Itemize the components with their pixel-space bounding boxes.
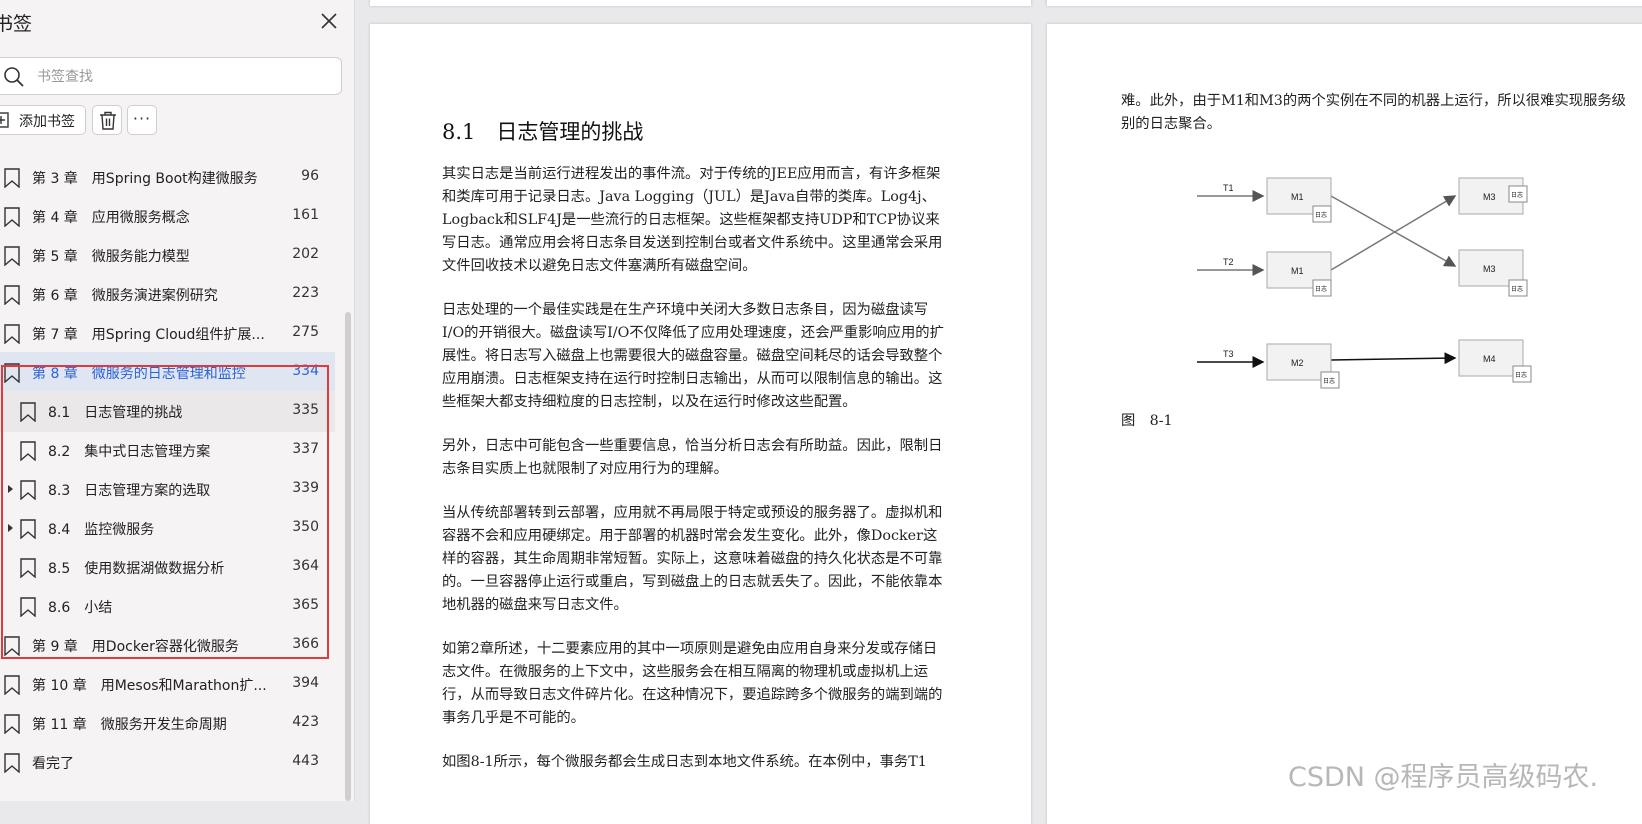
service-node: M3 日志 <box>1458 177 1528 215</box>
paragraph: 日志处理的一个最佳实践是在生产环境中关闭大多数日志条目，因为磁盘读写I/O的开销… <box>442 302 944 410</box>
transaction-label: T1 <box>1223 183 1234 193</box>
bookmark-page: 423 <box>292 714 319 730</box>
bookmark-page: 202 <box>292 246 319 262</box>
paragraph: 另外，日志中可能包含一些重要信息，恰当分析日志会有所助益。因此，限制日志条目实质… <box>442 438 943 477</box>
transaction-label: T2 <box>1223 257 1234 267</box>
previous-page-left <box>370 0 1031 6</box>
node-label: M3 <box>1483 192 1496 202</box>
delete-bookmark-button[interactable] <box>92 105 122 135</box>
bookmark-label: 第 7 章 用Spring Cloud组件扩展... <box>32 327 265 343</box>
bookmark-icon <box>4 753 20 773</box>
sidebar-scrollbar[interactable] <box>345 312 351 801</box>
bookmark-page: 443 <box>292 753 319 769</box>
bookmark-search-box[interactable] <box>0 57 342 95</box>
bookmark-chapter-7[interactable]: 第 7 章 用Spring Cloud组件扩展... 275 <box>0 313 335 354</box>
trash-icon <box>100 111 116 130</box>
bookmark-label: 第 5 章 微服务能力模型 <box>32 249 190 265</box>
figure-caption: 图 8-1 <box>1121 413 1173 429</box>
document-page-left: 8.1 日志管理的挑战 其实日志是当前运行进程发出的事件流。对于传统的JEE应用… <box>370 24 1031 824</box>
paragraph: 如第2章所述，十二要素应用的其中一项原则是避免由应用自身来分发或存储日志文件。在… <box>442 641 943 726</box>
add-bookmark-button[interactable]: 添加书签 <box>0 105 86 135</box>
log-label: 日志 <box>1315 211 1327 219</box>
bookmark-label: 第 6 章 微服务演进案例研究 <box>32 288 218 304</box>
bookmark-chapter-6[interactable]: 第 6 章 微服务演进案例研究 223 <box>0 274 335 315</box>
bookmark-icon <box>4 168 20 188</box>
more-options-button[interactable]: ··· <box>127 105 157 135</box>
service-node: M3 日志 <box>1458 249 1528 297</box>
log-label: 日志 <box>1323 377 1335 385</box>
bookmark-label: 看完了 <box>32 756 74 772</box>
bookmark-search-input[interactable] <box>35 64 329 90</box>
bookmark-icon <box>4 246 20 266</box>
paragraph: 其实日志是当前运行进程发出的事件流。对于传统的JEE应用而言，有许多框架和类库可… <box>442 166 943 274</box>
node-label: M1 <box>1291 266 1304 276</box>
bookmark-label: 第 3 章 用Spring Boot构建微服务 <box>32 171 258 187</box>
log-label: 日志 <box>1315 285 1327 293</box>
service-node: M1 日志 <box>1266 177 1332 223</box>
bookmark-chapter-5[interactable]: 第 5 章 微服务能力模型 202 <box>0 235 335 276</box>
watermark: CSDN @程序员高级码农. <box>1288 762 1599 793</box>
document-page-right: 难。此外，由于M1和M3的两个实例在不同的机器上运行，所以很难实现服务级别的日志… <box>1047 24 1642 824</box>
log-flow-diagram: T1 T2 T3 M1 日志 M1 日志 M2 日志 M3 日志 M3 日志 M… <box>1197 177 1532 389</box>
node-label: M2 <box>1291 358 1304 368</box>
bookmark-page: 275 <box>292 324 319 340</box>
chapter-highlight-box <box>1 365 329 659</box>
add-bookmark-label: 添加书签 <box>19 114 75 130</box>
close-icon[interactable] <box>318 10 340 32</box>
bookmark-chapter-3[interactable]: 第 3 章 用Spring Boot构建微服务 96 <box>0 157 335 198</box>
add-bookmark-icon <box>0 112 9 128</box>
log-label: 日志 <box>1511 285 1523 293</box>
bookmark-icon <box>4 675 20 695</box>
service-node: M1 日志 <box>1266 251 1332 297</box>
bookmark-chapter-11[interactable]: 第 11 章 微服务开发生命周期 423 <box>0 703 335 744</box>
node-label: M4 <box>1483 354 1496 364</box>
bookmark-chapter-4[interactable]: 第 4 章 应用微服务概念 161 <box>0 196 335 237</box>
log-label: 日志 <box>1515 371 1527 379</box>
page-body: 其实日志是当前运行进程发出的事件流。对于传统的JEE应用而言，有许多框架和类库可… <box>442 163 947 795</box>
bookmark-finished[interactable]: 看完了 443 <box>0 742 335 783</box>
bookmark-chapter-10[interactable]: 第 10 章 用Mesos和Marathon扩... 394 <box>0 664 335 705</box>
panel-title: 书签 <box>0 13 33 35</box>
bookmark-label: 第 11 章 微服务开发生命周期 <box>32 717 227 733</box>
bookmark-page: 161 <box>292 207 319 223</box>
node-label: M3 <box>1483 264 1496 274</box>
bookmark-page: 394 <box>292 675 319 691</box>
paragraph: 当从传统部署转到云部署，应用就不再局限于特定或预设的服务器了。虚拟机和容器不会和… <box>442 505 943 613</box>
service-node: M4 日志 <box>1458 339 1532 383</box>
service-node: M2 日志 <box>1266 343 1340 389</box>
more-icon: ··· <box>132 109 152 128</box>
bookmark-panel: 书签 添加书签 ··· 第 3 章 用Spring Boot构建微服务 96 <box>0 0 355 801</box>
bookmark-icon <box>4 285 20 305</box>
bookmark-icon <box>4 207 20 227</box>
log-label: 日志 <box>1511 191 1523 199</box>
bookmark-label: 第 4 章 应用微服务概念 <box>32 210 190 226</box>
transaction-label: T3 <box>1223 349 1234 359</box>
previous-page-right <box>1047 0 1642 6</box>
arrow <box>1330 352 1457 365</box>
bookmark-icon <box>4 324 20 344</box>
paragraph: 如图8-1所示，每个微服务都会生成日志到本地文件系统。在本例中，事务T1 <box>442 754 927 770</box>
section-heading: 8.1 日志管理的挑战 <box>442 120 644 144</box>
paragraph: 难。此外，由于M1和M3的两个实例在不同的机器上运行，所以很难实现服务级别的日志… <box>1121 93 1626 132</box>
bookmark-label: 第 10 章 用Mesos和Marathon扩... <box>32 678 267 694</box>
node-label: M1 <box>1291 192 1304 202</box>
bookmark-icon <box>4 714 20 734</box>
search-icon <box>4 67 24 87</box>
bookmark-page: 96 <box>301 168 319 184</box>
bookmark-page: 223 <box>292 285 319 301</box>
